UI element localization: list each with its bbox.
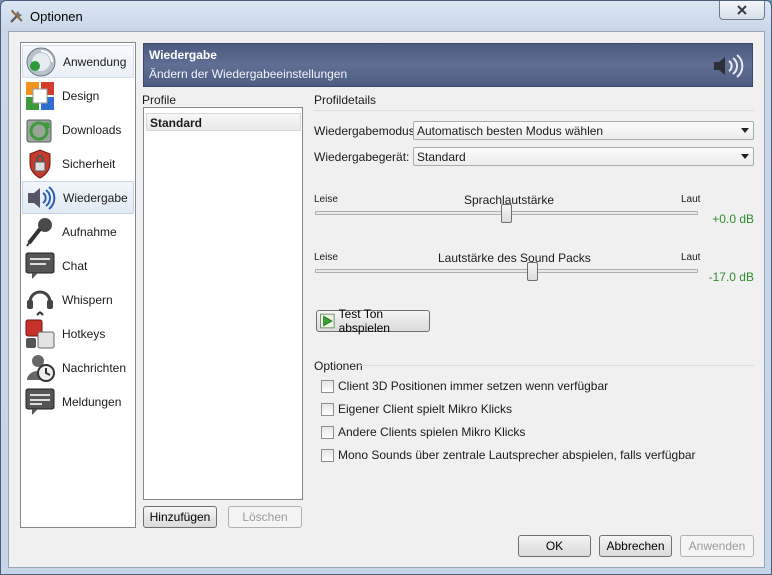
checkbox-other-mic-clicks[interactable]	[321, 426, 334, 439]
divider	[361, 365, 754, 366]
playback-device-value: Standard	[417, 150, 466, 164]
checkbox-label: Andere Clients spielen Mikro Klicks	[338, 425, 526, 439]
soundpack-volume-min-label: Leise	[314, 252, 338, 263]
sidebar-item-wiedergabe[interactable]: Wiedergabe	[22, 181, 134, 214]
sidebar-item-anwendung[interactable]: Anwendung	[22, 45, 134, 78]
chevron-down-icon	[741, 128, 749, 133]
sidebar-item-meldungen[interactable]: Meldungen	[22, 385, 134, 418]
divider	[314, 110, 754, 111]
voice-volume-slider[interactable]	[500, 204, 512, 223]
delete-profile-button[interactable]: Löschen	[228, 506, 302, 528]
sidebar-item-label: Nachrichten	[62, 360, 127, 375]
soundpack-volume-value: -17.0 dB	[708, 270, 754, 284]
security-lock-icon	[29, 148, 51, 179]
play-icon	[320, 313, 335, 329]
soundpack-volume-slider[interactable]	[527, 262, 539, 281]
profiles-heading: Profile	[142, 93, 177, 107]
sidebar-item-label: Downloads	[62, 122, 122, 137]
add-profile-button[interactable]: Hinzufügen	[143, 506, 217, 528]
sidebar-item-design[interactable]: Design	[22, 79, 134, 112]
voice-volume-max-label: Laut	[681, 194, 701, 205]
sidebar-item-chat[interactable]: Chat	[22, 249, 134, 282]
sidebar-item-label: Design	[62, 88, 100, 103]
profile-list[interactable]: Standard	[143, 107, 303, 500]
application-icon	[26, 47, 56, 76]
checkbox-mono-sounds[interactable]	[321, 449, 334, 462]
sidebar-item-label: Sicherheit	[62, 156, 116, 171]
window-title: Optionen	[30, 9, 83, 24]
close-icon	[737, 5, 747, 15]
playback-device-select[interactable]: Standard	[413, 147, 754, 166]
tools-icon	[10, 10, 23, 23]
checkbox-label: Client 3D Positionen immer setzen wenn v…	[338, 379, 609, 393]
chat-icon	[25, 252, 55, 279]
soundpack-volume-title: Lautstärke des Sound Packs	[438, 251, 591, 265]
sidebar-item-label: Hotkeys	[62, 326, 106, 341]
playback-mode-select[interactable]: Automatisch besten Modus wählen	[413, 121, 754, 140]
apply-button[interactable]: Anwenden	[680, 535, 754, 557]
notifications-icon	[25, 388, 55, 415]
sidebar-item-label: Wiedergabe	[63, 190, 128, 205]
sidebar-item-sicherheit[interactable]: Sicherheit	[22, 147, 134, 180]
category-list[interactable]: Anwendung Design Downloads Sicherheit Wi…	[20, 42, 136, 528]
cancel-button[interactable]: Abbrechen	[599, 535, 672, 557]
hotkeys-icon	[25, 319, 55, 348]
checkbox-label: Mono Sounds über zentrale Lautsprecher a…	[338, 448, 696, 462]
dialog-client-area: Anwendung Design Downloads Sicherheit Wi…	[8, 31, 765, 568]
options-window: Optionen Anwendung Design Downloads Sich…	[0, 0, 772, 575]
banner-title: Wiedergabe	[149, 48, 217, 62]
banner-subtitle: Ändern der Wiedergabeeinstellungen	[149, 67, 348, 81]
test-sound-button[interactable]: Test Ton abspielen	[316, 307, 430, 335]
checkbox-3d-positions[interactable]	[321, 380, 334, 393]
voice-volume-value: +0.0 dB	[712, 212, 754, 226]
soundpack-volume-max-label: Laut	[681, 252, 701, 263]
sidebar-item-aufnahme[interactable]: Aufnahme	[22, 215, 134, 248]
speaker-icon	[714, 54, 744, 78]
close-button[interactable]	[719, 1, 765, 20]
section-banner: Wiedergabe Ändern der Wiedergabeeinstell…	[143, 43, 753, 87]
headset-icon	[27, 290, 53, 316]
sidebar-item-hotkeys[interactable]: Hotkeys	[22, 317, 134, 350]
sidebar-item-label: Anwendung	[63, 54, 127, 69]
sidebar-item-downloads[interactable]: Downloads	[22, 113, 134, 146]
microphone-icon	[26, 217, 52, 247]
sidebar-item-nachrichten[interactable]: Nachrichten	[22, 351, 134, 384]
title-bar: Optionen	[1, 1, 771, 31]
messages-icon	[27, 354, 55, 382]
sidebar-item-whispern[interactable]: Whispern	[22, 283, 134, 316]
checkbox-own-mic-clicks[interactable]	[321, 403, 334, 416]
sidebar-item-label: Meldungen	[62, 394, 122, 409]
downloads-icon	[26, 119, 52, 142]
chevron-down-icon	[741, 154, 749, 159]
design-icon	[26, 81, 54, 110]
playback-mode-label: Wiedergabemodus:	[314, 124, 419, 138]
test-sound-label: Test Ton abspielen	[338, 307, 390, 335]
soundpack-volume-track	[315, 269, 698, 273]
sidebar-item-label: Aufnahme	[62, 224, 117, 239]
profile-details-heading: Profildetails	[314, 93, 377, 107]
speaker-icon	[28, 185, 56, 210]
sidebar-item-label: Whispern	[62, 292, 113, 307]
options-heading: Optionen	[314, 359, 363, 373]
list-item[interactable]: Standard	[146, 113, 301, 131]
playback-mode-value: Automatisch besten Modus wählen	[417, 124, 604, 138]
playback-device-label: Wiedergabegerät:	[314, 150, 410, 164]
sidebar-item-label: Chat	[62, 258, 88, 273]
voice-volume-min-label: Leise	[314, 194, 338, 205]
ok-button[interactable]: OK	[518, 535, 591, 557]
checkbox-label: Eigener Client spielt Mikro Klicks	[338, 402, 513, 416]
